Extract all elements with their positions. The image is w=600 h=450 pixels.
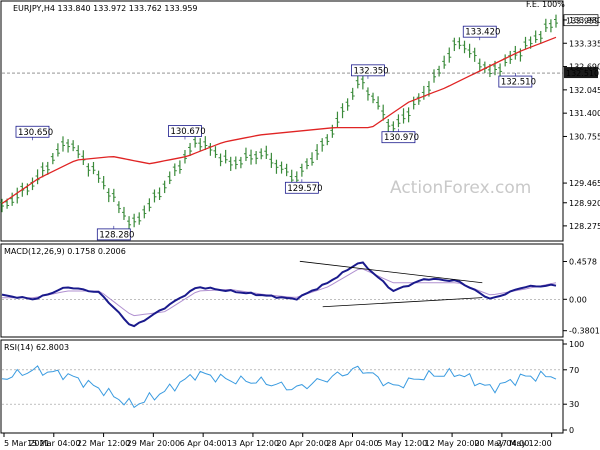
- price-y-tick-label: 129.465: [569, 179, 600, 188]
- rsi-y-tick-label: 70: [569, 366, 579, 375]
- watermark: ActionForex.com: [390, 178, 531, 198]
- x-axis: 5 Mar 202115 Mar 04:0022 Mar 12:0029 Mar…: [3, 433, 553, 448]
- x-tick-label: 12 May 20:00: [425, 439, 480, 448]
- rsi-title: RSI(14) 62.8003: [4, 343, 69, 352]
- price-y-tick-label: 130.755: [569, 132, 600, 141]
- swing-label: 130.650: [18, 128, 53, 138]
- top-right-text: F.E. 100%: [526, 0, 565, 9]
- rsi-panel-frame: [0, 339, 564, 434]
- macd-y-tick-label: 0.4578: [569, 257, 597, 266]
- macd-title: MACD(12,26,9) 0.1758 0.2006: [4, 247, 126, 256]
- price-y-tick-label: 131.400: [569, 109, 600, 118]
- macd-panel: MACD(12,26,9) 0.1758 0.2006 0.4578 0.00 -0…: [0, 243, 600, 338]
- swing-label: 132.510: [501, 78, 536, 88]
- x-tick-label: 13 Apr 12:00: [227, 439, 279, 448]
- macd-y-tick-label: 0.00: [569, 295, 587, 304]
- price-y-tick-label: 132.045: [569, 86, 600, 95]
- swing-label: 129.570: [287, 184, 322, 194]
- swing-label: 130.970: [384, 133, 419, 143]
- rsi-y-tick-label: 0: [569, 426, 574, 435]
- price-y-tick-label: 133.980: [569, 16, 600, 25]
- swing-label: 133.420: [465, 28, 500, 38]
- rsi-y-tick-label: 30: [569, 400, 579, 409]
- price-y-tick-label: 132.690: [569, 63, 600, 72]
- x-tick-label: 22 Mar 12:00: [77, 439, 130, 448]
- swing-label: 132.350: [353, 66, 388, 76]
- x-tick-label: 20 Apr 20:00: [277, 439, 329, 448]
- x-tick-label: 5 May 12:00: [377, 439, 427, 448]
- price-y-tick-label: 128.920: [569, 199, 600, 208]
- symbol-header: EURJPY,H4 133.840 133.972 133.762 133.95…: [13, 4, 198, 13]
- rsi-panel: RSI(14) 62.8003 100 70 30 0: [0, 339, 584, 435]
- x-tick-label: 27 May 12:00: [497, 439, 552, 448]
- rsi-y-tick-label: 100: [569, 340, 584, 349]
- swing-label: 128.280: [99, 230, 134, 240]
- price-panel: ActionForex.com EURJPY,H4 133.840 133.97…: [0, 0, 600, 242]
- x-tick-label: 29 Mar 20:00: [127, 439, 180, 448]
- chart-canvas: ActionForex.com EURJPY,H4 133.840 133.97…: [0, 0, 600, 448]
- x-tick-label: 6 Apr 04:00: [180, 439, 227, 448]
- price-y-tick-label: 128.275: [569, 222, 600, 231]
- price-y-tick-label: 133.335: [569, 39, 600, 48]
- macd-y-tick-label: -0.3801: [569, 327, 600, 336]
- x-tick-label: 28 Apr 04:00: [326, 439, 378, 448]
- x-tick-label: 15 Mar 04:00: [27, 439, 80, 448]
- swing-label: 130.670: [170, 127, 205, 137]
